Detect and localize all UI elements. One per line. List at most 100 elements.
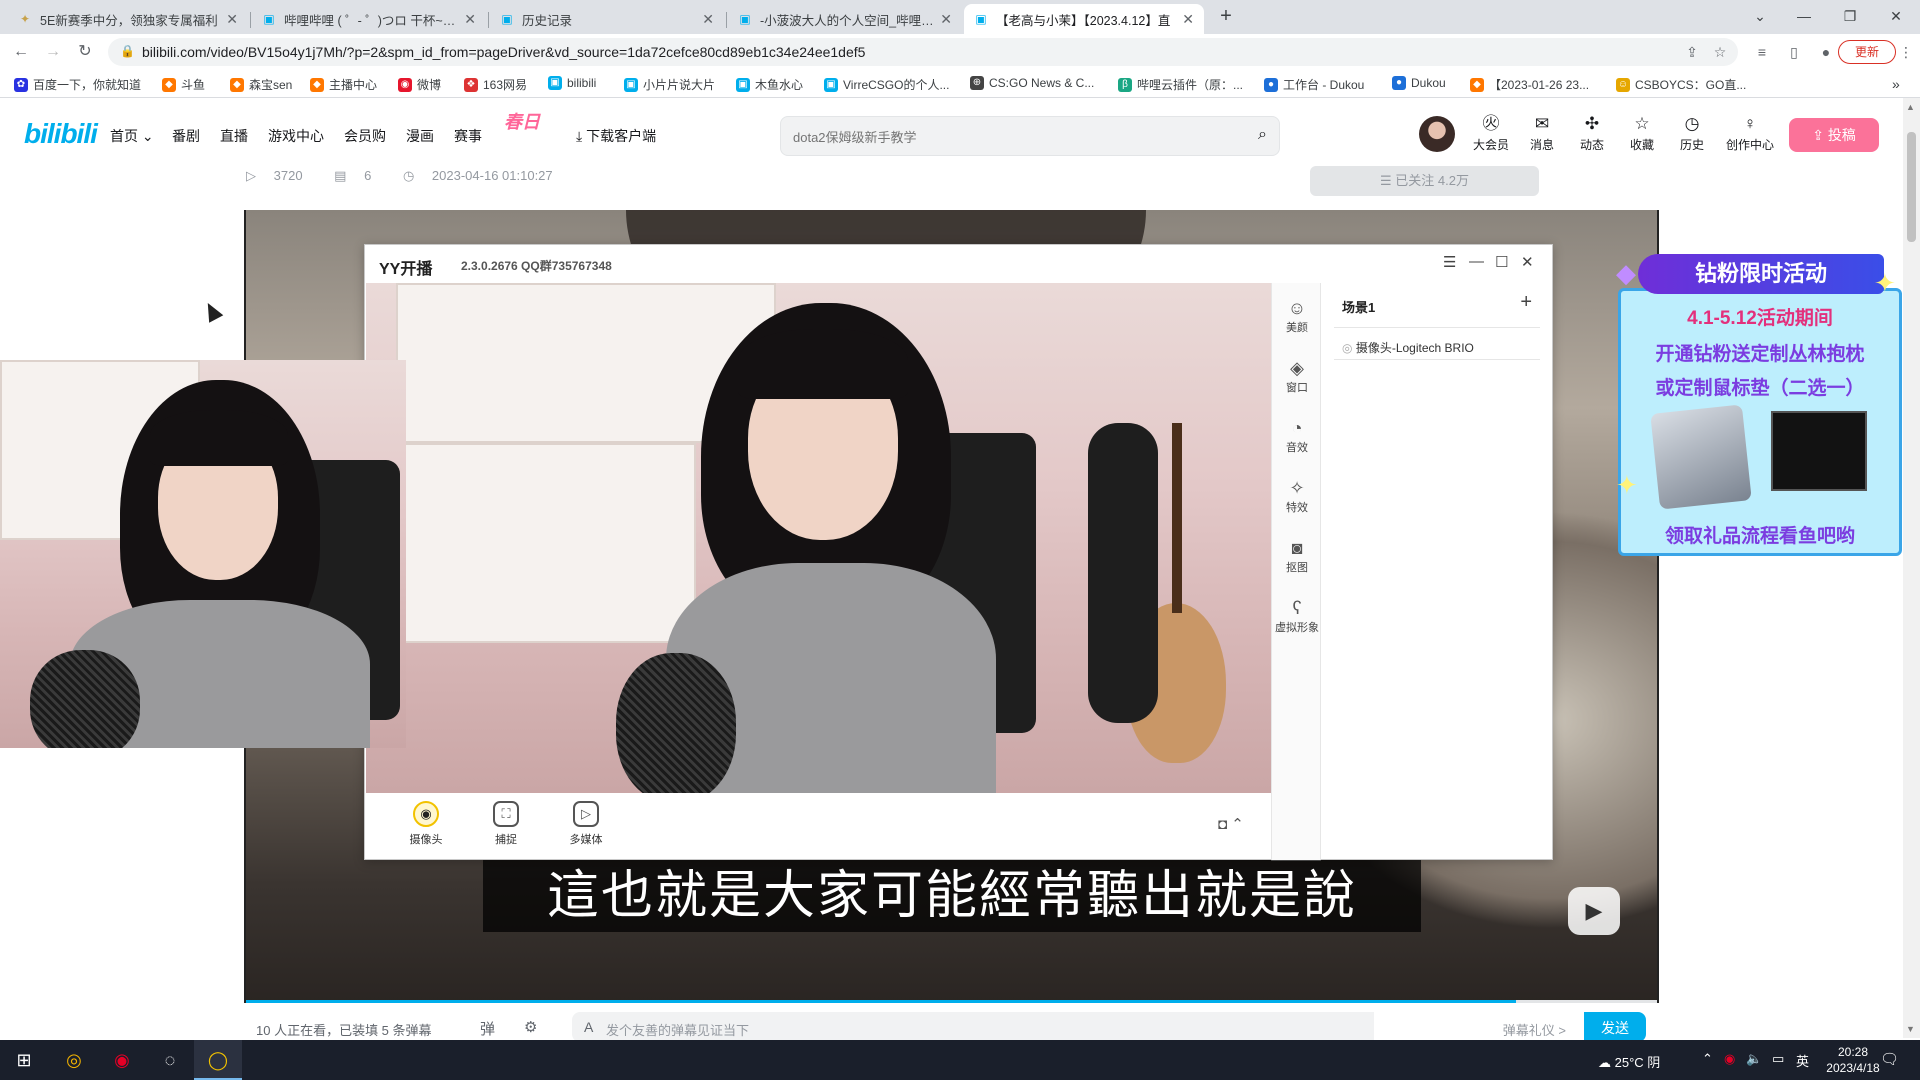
bookmark-item[interactable]: ▣ VirreCSGO的个人... — [824, 76, 949, 93]
share-icon[interactable]: ⇪ — [1682, 42, 1702, 62]
nav-manga[interactable]: 漫画 — [406, 126, 434, 146]
audio-tool[interactable]: ◔ 音效 — [1272, 417, 1322, 455]
header-creator-center[interactable]: ♀ 创作中心 — [1722, 114, 1778, 153]
upload-button[interactable]: ⇪ 投稿 — [1789, 118, 1879, 152]
media-source-button[interactable]: ▷ 多媒体 — [561, 801, 611, 847]
bookmark-item[interactable]: ☺ CSBOYCS：GO直... — [1616, 76, 1746, 93]
tab-close-icon[interactable]: ✕ — [702, 11, 714, 28]
eye-icon[interactable]: ◎ — [1342, 341, 1352, 355]
bookmark-item[interactable]: ◆ 【2023-01-26 23... — [1470, 76, 1589, 93]
header-history[interactable]: ◷ 历史 — [1670, 114, 1714, 153]
video-progress-bar[interactable] — [246, 1000, 1657, 1003]
danmaku-settings-icon[interactable]: ⚙ — [524, 1018, 537, 1036]
minimize-button[interactable]: — — [1784, 4, 1824, 28]
network-icon[interactable]: ▭ — [1772, 1051, 1784, 1067]
snapshot-icon[interactable]: ◘ ⌃ — [1218, 815, 1244, 833]
scene-source-item[interactable]: ◎ 摄像头-Logitech BRIO — [1342, 339, 1474, 356]
capture-source-button[interactable]: ⛶ 捕捉 — [481, 801, 531, 847]
menu-dots-icon[interactable]: ⋮ — [1896, 42, 1916, 62]
browser-tab-history[interactable]: ▣ 历史记录 ✕ — [490, 4, 724, 34]
header-messages[interactable]: ✉ 消息 — [1520, 114, 1564, 153]
danmaku-input[interactable]: A 发个友善的弹幕见证当下 弹幕礼仪 > — [572, 1012, 1566, 1042]
bookmark-item[interactable]: ▣ 木鱼水心 — [736, 76, 803, 93]
bookmark-item[interactable]: ◉ 微博 — [398, 76, 441, 93]
bookmark-item[interactable]: ● Dukou — [1392, 76, 1446, 90]
menu-icon[interactable]: ☰ — [1443, 253, 1456, 271]
scroll-up-icon[interactable]: ▲ — [1906, 102, 1915, 112]
search-icon[interactable]: ⌕ — [1258, 126, 1267, 144]
forward-icon[interactable]: → — [42, 41, 64, 63]
browser-tab-bilibili-home[interactable]: ▣ 哔哩哔哩 ( ゜- ゜)つロ 干杯~-bili ✕ — [252, 4, 486, 34]
beauty-tool[interactable]: ☺ 美颜 — [1272, 297, 1322, 335]
reload-icon[interactable]: ↻ — [74, 41, 96, 63]
tab-search-icon[interactable]: ⌄ — [1740, 4, 1780, 28]
more-bookmarks-icon[interactable]: » — [1892, 76, 1900, 92]
taskbar-clock[interactable]: 20:28 2023/4/18 — [1818, 1044, 1888, 1076]
nav-esports[interactable]: 赛事 — [454, 126, 482, 146]
nav-home[interactable]: 首页 ⌄ — [110, 126, 154, 146]
search-input[interactable] — [793, 127, 1233, 147]
bookmark-item[interactable]: ❖ 163网易 — [464, 76, 527, 93]
sidebar-icon[interactable]: ▯ — [1784, 42, 1804, 62]
bookmark-item[interactable]: ✿ 百度一下，你就知道 — [14, 76, 141, 93]
nav-anime[interactable]: 番剧 — [172, 126, 200, 146]
header-dynamics[interactable]: ✣ 动态 — [1570, 114, 1614, 153]
danmaku-etiquette-link[interactable]: 弹幕礼仪 > — [1503, 1020, 1566, 1039]
danmaku-toggle-icon[interactable]: 弹 — [480, 1018, 495, 1039]
weather-widget[interactable]: ☁ 25°C 阴 — [1598, 1052, 1660, 1071]
bookmark-item[interactable]: ⊕ CS:GO News & C... — [970, 76, 1094, 90]
reading-list-icon[interactable]: ≡ — [1752, 42, 1772, 62]
bookmark-item[interactable]: ◆ 斗鱼 — [162, 76, 205, 93]
scrollbar-thumb[interactable] — [1907, 132, 1916, 242]
tab-close-icon[interactable]: ✕ — [1182, 11, 1194, 28]
browser-tab-5e[interactable]: ✦ 5E新赛季中分，领独家专属福利 ✕ — [8, 4, 248, 34]
spring-festival-banner[interactable]: 春日 — [504, 108, 540, 134]
nav-mall[interactable]: 会员购 — [344, 126, 386, 146]
address-bar[interactable]: 🔒 bilibili.com/video/BV15o4y1j7Mh/?p=2&s… — [108, 38, 1738, 66]
yy-app-icon[interactable]: ◯ — [194, 1040, 242, 1080]
bilibili-logo[interactable]: bilibili — [24, 118, 98, 150]
profile-icon[interactable]: ● — [1816, 42, 1836, 62]
netease-music-icon[interactable]: ◉ — [98, 1040, 146, 1080]
bookmark-item[interactable]: ● 工作台 - Dukou — [1264, 76, 1364, 93]
restore-button[interactable]: ❐ — [1830, 4, 1870, 28]
add-scene-icon[interactable]: + — [1520, 291, 1532, 314]
tab-close-icon[interactable]: ✕ — [226, 11, 238, 28]
bookmark-item[interactable]: β 哔哩云插件（原：... — [1118, 76, 1243, 93]
maximize-icon[interactable]: ☐ — [1495, 253, 1508, 271]
play-icon[interactable]: ▶ — [1568, 887, 1620, 935]
scroll-down-icon[interactable]: ▼ — [1906, 1024, 1915, 1034]
close-window-button[interactable]: ✕ — [1876, 4, 1916, 28]
tab-close-icon[interactable]: ✕ — [464, 11, 476, 28]
volume-icon[interactable]: 🔈 — [1746, 1051, 1762, 1067]
header-favorites[interactable]: ☆ 收藏 — [1620, 114, 1664, 153]
bookmark-star-icon[interactable]: ☆ — [1710, 42, 1730, 62]
promo-ad[interactable]: 4.1-5.12活动期间 开通钻粉送定制丛林抱枕 或定制鼠标垫（二选一） 领取礼… — [1616, 252, 1904, 558]
netease-tray-icon[interactable]: ◉ — [1724, 1051, 1735, 1067]
avatar[interactable] — [1419, 116, 1455, 152]
back-icon[interactable]: ← — [10, 41, 32, 63]
matting-tool[interactable]: ◙ 抠图 — [1272, 537, 1322, 575]
avatar-tool[interactable]: ʕ 虚拟形象 — [1272, 597, 1322, 635]
windows-start-icon[interactable]: ⊞ — [0, 1040, 48, 1080]
chrome-icon[interactable]: ◎ — [50, 1040, 98, 1080]
send-danmaku-button[interactable]: 发送 — [1584, 1012, 1646, 1042]
bookmark-item[interactable]: ◆ 主播中心 — [310, 76, 377, 93]
obs-icon[interactable]: ◌ — [146, 1040, 194, 1080]
window-tool[interactable]: ◈ 窗口 — [1272, 357, 1322, 395]
close-icon[interactable]: ✕ — [1521, 253, 1534, 271]
nav-live[interactable]: 直播 — [220, 126, 248, 146]
tab-close-icon[interactable]: ✕ — [940, 11, 952, 28]
font-style-icon[interactable]: A — [584, 1019, 593, 1035]
new-tab-button[interactable]: + — [1206, 4, 1246, 28]
minimize-icon[interactable]: — — [1469, 253, 1484, 270]
camera-source-button[interactable]: ◉ 摄像头 — [401, 801, 451, 847]
notification-icon[interactable]: 🗨 — [1880, 1050, 1899, 1068]
input-method-icon[interactable]: 英 — [1796, 1051, 1809, 1070]
header-vip[interactable]: ㊋大会员 — [1469, 114, 1513, 153]
tray-expand-icon[interactable]: ⌃ — [1702, 1051, 1713, 1067]
effects-tool[interactable]: ✧ 特效 — [1272, 477, 1322, 515]
page-scrollbar[interactable]: ▲ ▼ — [1903, 98, 1920, 1038]
update-button[interactable]: 更新 — [1838, 40, 1896, 64]
followed-button[interactable]: ☰ 已关注 4.2万 — [1310, 166, 1539, 196]
